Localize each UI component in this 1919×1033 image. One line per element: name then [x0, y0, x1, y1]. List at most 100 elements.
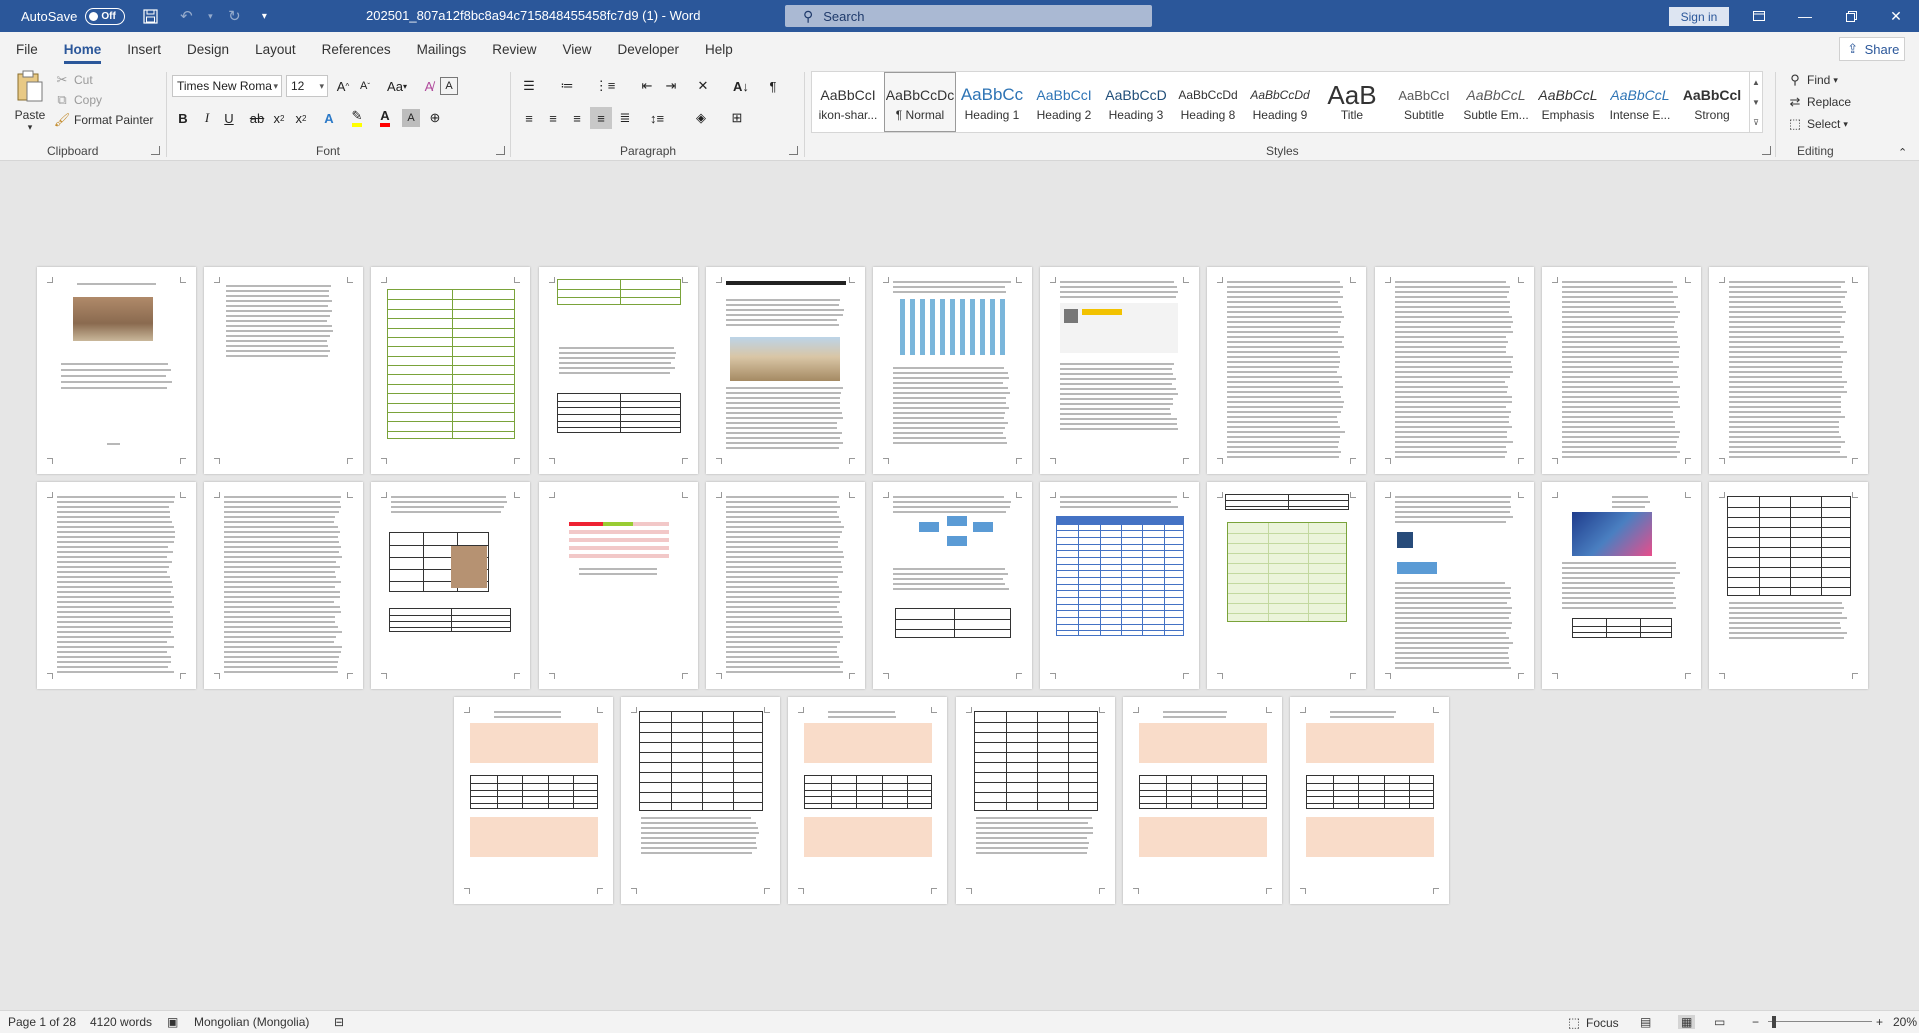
replace-button[interactable]: ⇄ Replace [1787, 94, 1851, 110]
minimize-icon[interactable]: — [1782, 0, 1828, 32]
copy-button[interactable]: ⧉ Copy [54, 92, 102, 108]
highlight-icon[interactable]: ✎ [346, 107, 368, 129]
cut-button[interactable]: ✂ Cut [54, 72, 93, 88]
collapse-ribbon-icon[interactable]: ⌃ [1898, 146, 1907, 159]
autosave[interactable]: AutoSave Off [21, 8, 125, 25]
subscript-icon[interactable]: x2 [268, 107, 290, 129]
italic-icon[interactable]: I [196, 107, 218, 129]
style-heading-3[interactable]: AaBbCcD Heading 3 [1100, 72, 1172, 132]
clear-formatting-icon[interactable]: A̸ [418, 75, 440, 97]
tab-layout[interactable]: Layout [245, 32, 306, 66]
page-thumbnail[interactable] [371, 267, 530, 474]
shading-icon[interactable]: ◈ [690, 107, 712, 129]
page-thumbnail[interactable] [706, 267, 865, 474]
line-spacing-icon[interactable]: ↕≡ [646, 107, 668, 129]
undo-dropdown-icon[interactable]: ▾ [199, 5, 221, 27]
distributed-icon[interactable]: ≣ [614, 107, 636, 129]
page-thumbnail[interactable] [706, 482, 865, 689]
tab-review[interactable]: Review [482, 32, 546, 66]
style-heading-8[interactable]: AaBbCcDd Heading 8 [1172, 72, 1244, 132]
page-thumbnail[interactable] [788, 697, 947, 904]
read-mode-icon[interactable]: ▤ [1640, 1015, 1651, 1029]
increase-indent-icon[interactable]: ⇥ [660, 75, 682, 97]
tab-file[interactable]: File [6, 32, 48, 66]
tab-developer[interactable]: Developer [608, 32, 690, 66]
decrease-indent-icon[interactable]: ⇤ [636, 75, 658, 97]
format-painter-button[interactable]: 🖌 Format Painter [54, 112, 153, 128]
language[interactable]: Mongolian (Mongolia) [194, 1015, 309, 1029]
search-box[interactable]: ⚲ Search [785, 5, 1152, 27]
page-thumbnail[interactable] [1207, 267, 1366, 474]
chevron-up-icon[interactable]: ▲ [1752, 78, 1760, 87]
autosave-toggle[interactable]: Off [85, 8, 125, 25]
tab-help[interactable]: Help [695, 32, 743, 66]
sort-icon[interactable]: A↓ [730, 75, 752, 97]
ribbon-display-options-icon[interactable] [1736, 0, 1782, 32]
page-thumbnail[interactable] [1123, 697, 1282, 904]
style-strong[interactable]: AaBbCcl Strong [1676, 72, 1748, 132]
strikethrough-icon[interactable]: ab [246, 107, 268, 129]
page-thumbnail[interactable] [1375, 482, 1534, 689]
style-emphasis[interactable]: AaBbCcL Emphasis [1532, 72, 1604, 132]
tab-view[interactable]: View [552, 32, 601, 66]
undo-icon[interactable]: ↶ [175, 5, 197, 27]
word-count[interactable]: 4120 words [90, 1015, 152, 1029]
multilevel-list-icon[interactable]: ⋮≡ [594, 75, 616, 97]
customize-toolbar-icon[interactable]: ▾ [253, 5, 275, 27]
style-intense-emphasis[interactable]: AaBbCcL Intense E... [1604, 72, 1676, 132]
font-color-icon[interactable]: A [374, 107, 396, 129]
select-button[interactable]: ⬚ Select ▾ [1787, 116, 1848, 132]
style-heading-2[interactable]: AaBbCcI Heading 2 [1028, 72, 1100, 132]
enclose-characters-icon[interactable]: ⊕ [424, 107, 446, 129]
asian-layout-icon[interactable]: ✕ [692, 75, 714, 97]
print-layout-icon[interactable]: ▦ [1678, 1015, 1695, 1029]
tab-design[interactable]: Design [177, 32, 239, 66]
page-thumbnail[interactable] [1375, 267, 1534, 474]
page-thumbnail[interactable] [1709, 267, 1868, 474]
page-thumbnail[interactable] [204, 482, 363, 689]
zoom-in-icon[interactable]: + [1876, 1015, 1883, 1029]
page-thumbnail[interactable] [539, 482, 698, 689]
font-size-combo[interactable]: 12 ▾ [286, 75, 328, 97]
numbering-icon[interactable]: ≔ [556, 75, 578, 97]
style-heading-9[interactable]: AaBbCcDd Heading 9 [1244, 72, 1316, 132]
style-subtle-emphasis[interactable]: AaBbCcL Subtle Em... [1460, 72, 1532, 132]
underline-icon[interactable]: U [218, 107, 240, 129]
document-canvas[interactable] [0, 162, 1919, 1010]
page-thumbnail[interactable] [37, 267, 196, 474]
page-thumbnail[interactable] [1542, 482, 1701, 689]
page-thumbnail[interactable] [1542, 267, 1701, 474]
paragraph-launcher-icon[interactable] [789, 146, 798, 155]
styles-launcher-icon[interactable] [1762, 146, 1771, 155]
page-thumbnail[interactable] [1290, 697, 1449, 904]
find-button[interactable]: ⚲ Find ▾ [1787, 72, 1838, 88]
shrink-font-icon[interactable]: Aˇ [354, 75, 376, 97]
style-ikon-sharp[interactable]: AaBbCcI ikon-shar... [812, 72, 884, 132]
page-thumbnail[interactable] [204, 267, 363, 474]
zoom-slider[interactable] [1768, 1021, 1872, 1022]
page-thumbnail[interactable] [1709, 482, 1868, 689]
superscript-icon[interactable]: x2 [290, 107, 312, 129]
page-thumbnail[interactable] [1207, 482, 1366, 689]
paste-button[interactable]: Paste ▾ [12, 70, 48, 133]
align-center-icon[interactable]: ≡ [542, 107, 564, 129]
tab-references[interactable]: References [312, 32, 401, 66]
show-paragraph-marks-icon[interactable]: ¶ [762, 75, 784, 97]
sign-in-button[interactable]: Sign in [1669, 7, 1729, 26]
page-thumbnail[interactable] [873, 482, 1032, 689]
change-case-icon[interactable]: Aa ▾ [382, 75, 412, 97]
justify-icon[interactable]: ≡ [590, 107, 612, 129]
character-shading-icon[interactable]: A [402, 109, 420, 127]
page-thumbnail[interactable] [621, 697, 780, 904]
style-heading-1[interactable]: AaBbCc Heading 1 [956, 72, 1028, 132]
tab-home[interactable]: Home [54, 32, 112, 66]
style-normal[interactable]: AaBbCcDc ¶ Normal [884, 72, 956, 132]
font-launcher-icon[interactable] [496, 146, 505, 155]
page-thumbnail[interactable] [539, 267, 698, 474]
bold-icon[interactable]: B [172, 107, 194, 129]
zoom-slider-thumb[interactable] [1772, 1016, 1776, 1028]
web-layout-icon[interactable]: ▭ [1714, 1015, 1725, 1029]
page-count[interactable]: Page 1 of 28 [8, 1015, 76, 1029]
zoom-level[interactable]: 20% [1893, 1015, 1917, 1029]
proofing-icon[interactable]: ▣ [167, 1015, 178, 1029]
